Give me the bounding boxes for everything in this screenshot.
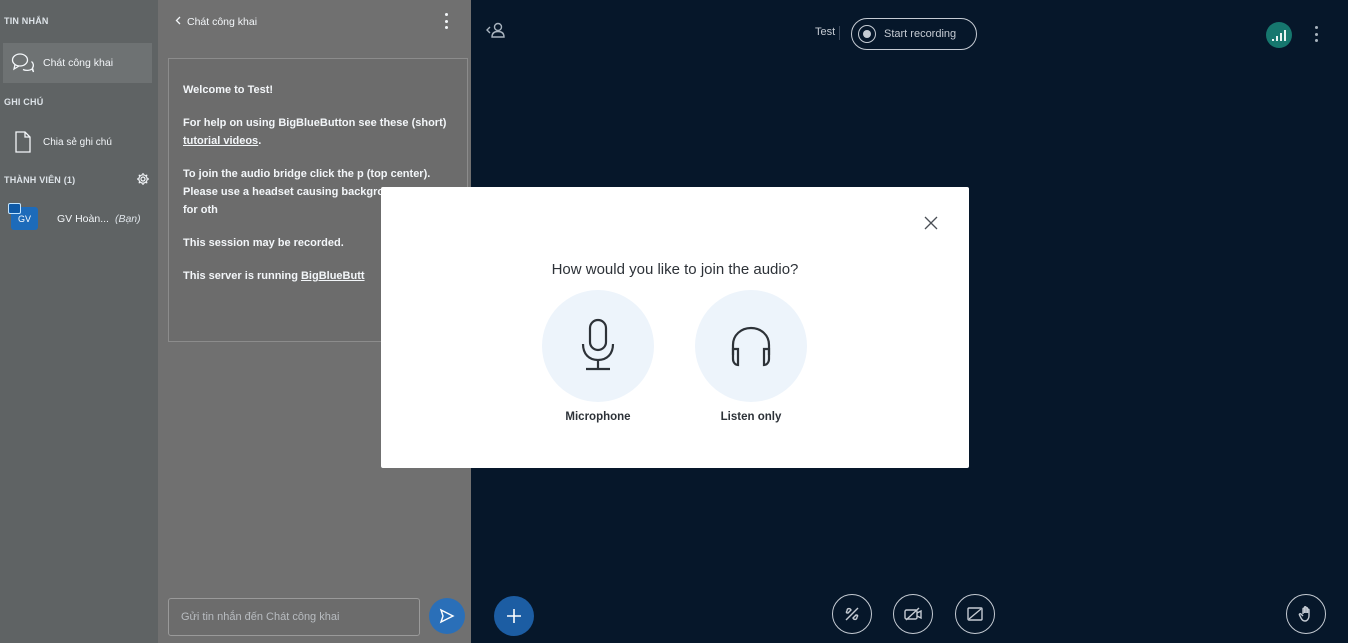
users-section-title: THÀNH VIÊN (1) [4, 175, 76, 185]
send-button[interactable] [429, 598, 465, 634]
avatar: GV [8, 199, 38, 230]
microphone-icon [581, 318, 615, 371]
actions-plus-button[interactable] [494, 596, 534, 636]
sidebar-item-shared-notes[interactable]: Chia sẻ ghi chú [3, 122, 152, 162]
bigbluebutton-link[interactable]: BigBlueButt [301, 270, 365, 282]
connection-status-icon[interactable] [1266, 22, 1292, 48]
presenter-icon [8, 203, 21, 214]
listen-only-label: Listen only [720, 411, 782, 423]
chevron-left-icon [175, 16, 181, 28]
notes-section-title: GHI CHÚ [4, 97, 44, 107]
sidebar-item-label: Chia sẻ ghi chú [43, 136, 112, 148]
you-label: (Bạn) [114, 213, 141, 225]
left-sidebar: TIN NHẮN Chát công khai GHI CHÚ Chia sẻ … [0, 0, 158, 643]
sidebar-item-label: Chát công khai [43, 57, 114, 69]
share-webcam-button[interactable] [893, 594, 933, 634]
record-icon [858, 25, 876, 43]
modal-title: How would you like to join the audio? [551, 261, 799, 278]
welcome-line: Welcome to Test! [183, 84, 274, 96]
user-name: GV Hoàn... [57, 213, 109, 225]
microphone-button[interactable]: Microphone [542, 290, 654, 423]
messages-section-title: TIN NHẮN [4, 16, 49, 26]
video-icon [904, 607, 922, 621]
user-list-item[interactable]: GV GV Hoàn... (Bạn) [3, 198, 152, 240]
chat-title: Chát công khai [187, 16, 258, 28]
meeting-title: Test [815, 26, 836, 38]
record-label: Start recording [884, 28, 957, 40]
chat-header[interactable]: Chát công khai [175, 16, 257, 28]
join-audio-modal: How would you like to join the audio? Mi… [381, 187, 969, 468]
chat-options-icon[interactable] [441, 13, 451, 29]
listen-only-option-circle[interactable] [695, 290, 807, 402]
divider [839, 26, 840, 40]
welcome-line: For help on using BigBlueButton see thes… [183, 117, 447, 147]
start-recording-button[interactable]: Start recording [851, 18, 977, 50]
plus-icon [507, 609, 521, 623]
microphone-option-circle[interactable] [542, 290, 654, 402]
chat-icon [3, 43, 43, 83]
raise-hand-icon [1298, 606, 1310, 622]
notes-icon [3, 122, 43, 162]
screenshare-icon [967, 607, 983, 621]
microphone-label: Microphone [565, 411, 631, 423]
close-icon[interactable] [919, 211, 943, 235]
raise-hand-button[interactable] [1286, 594, 1326, 634]
gear-icon[interactable] [136, 172, 150, 186]
send-icon [439, 608, 455, 624]
sidebar-item-public-chat[interactable]: Chát công khai [3, 43, 152, 83]
options-icon[interactable] [1313, 26, 1319, 42]
tutorial-videos-link[interactable]: tutorial videos [183, 135, 258, 147]
chat-message-input[interactable]: Gửi tin nhắn đến Chát công khai [168, 598, 420, 636]
share-screen-button[interactable] [955, 594, 995, 634]
headphones-icon [731, 326, 771, 367]
listen-only-button[interactable]: Listen only [695, 290, 807, 423]
users-toggle-icon[interactable] [485, 21, 507, 44]
join-audio-button[interactable] [832, 594, 872, 634]
audio-icon [845, 607, 859, 621]
